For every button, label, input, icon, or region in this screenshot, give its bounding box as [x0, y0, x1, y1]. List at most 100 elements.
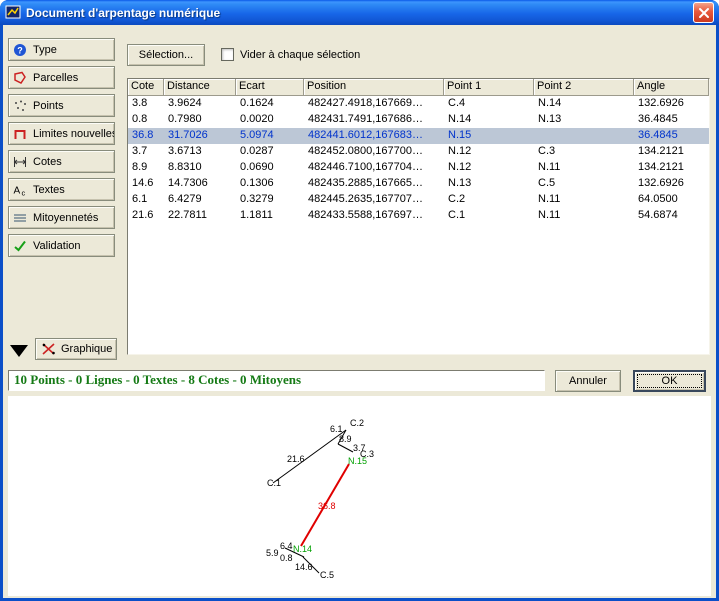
table-row[interactable]: 36.831.70265.0974482441.6012,167683…N.15… [128, 128, 709, 144]
drawing-label: 14.6 [295, 562, 313, 572]
table-cell: C.5 [534, 176, 634, 192]
graphique-button[interactable]: Graphique [35, 338, 117, 360]
column-header-ecart[interactable]: Ecart [236, 79, 304, 96]
sidebar-item-type[interactable]: ? Type [8, 38, 115, 61]
vider-checkbox[interactable] [221, 48, 234, 61]
drawing-label: C.1 [267, 478, 281, 488]
table-row[interactable]: 3.83.96240.1624482427.4918,167669…C.4N.1… [128, 96, 709, 112]
sidebar-item-label: Validation [33, 240, 81, 252]
table-cell: 64.0500 [634, 192, 710, 208]
table-cell: 54.6874 [634, 208, 710, 224]
sidebar-item-label: Textes [33, 184, 65, 196]
drawing-label: C.2 [350, 418, 364, 428]
table-body: 3.83.96240.1624482427.4918,167669…C.4N.1… [128, 96, 709, 224]
table-cell: 482427.4918,167669… [304, 96, 444, 112]
sidebar-item-validation[interactable]: Validation [8, 234, 115, 257]
drawing-label: 0.8 [280, 553, 293, 563]
drawing-line [338, 444, 353, 452]
table-cell: 482445.2635,167707… [304, 192, 444, 208]
selection-button[interactable]: Sélection... [127, 44, 205, 66]
column-header-position[interactable]: Position [304, 79, 444, 96]
table-cell: 132.6926 [634, 96, 710, 112]
sidebar-item-limites[interactable]: Limites nouvelles [8, 122, 115, 145]
vider-checkbox-row[interactable]: Vider à chaque sélection [221, 48, 360, 61]
table-cell: 132.6926 [634, 176, 710, 192]
table-cell: 482446.7100,167704… [304, 160, 444, 176]
limits-icon [13, 127, 28, 141]
sidebar-item-points[interactable]: Points [8, 94, 115, 117]
table-row[interactable]: 14.614.73060.1306482435.2885,167665…N.13… [128, 176, 709, 192]
sidebar-item-label: Cotes [33, 156, 62, 168]
sidebar-item-mitoyennetes[interactable]: Mitoyennetés [8, 206, 115, 229]
table-cell: 36.4845 [634, 128, 710, 144]
table-cell: 3.7 [128, 144, 164, 160]
table-cell: 482435.2885,167665… [304, 176, 444, 192]
table-cell: 5.0974 [236, 128, 304, 144]
table-cell: 36.8 [128, 128, 164, 144]
table-cell: N.11 [534, 192, 634, 208]
sidebar: ? Type Parcelles Points Limites nouvelles Cot… [8, 38, 115, 262]
vider-checkbox-label: Vider à chaque sélection [240, 49, 360, 61]
column-header-angle[interactable]: Angle [634, 79, 709, 96]
table-cell: N.12 [444, 144, 534, 160]
sidebar-item-label: Points [33, 100, 64, 112]
sidebar-item-cotes[interactable]: Cotes [8, 150, 115, 173]
column-header-point-2[interactable]: Point 2 [534, 79, 634, 96]
column-header-cote[interactable]: Cote [128, 79, 164, 96]
drawing-label: 6.1 [330, 424, 343, 434]
table-cell: C.3 [534, 144, 634, 160]
table-cell: C.2 [444, 192, 534, 208]
sidebar-item-label: Mitoyennetés [33, 212, 98, 224]
sidebar-item-textes[interactable]: AcTextes [8, 178, 115, 201]
table-cell: 3.6713 [164, 144, 236, 160]
drawing-label: 36.8 [318, 501, 336, 511]
dialog-window: Document d'arpentage numérique ? Type Parc… [0, 0, 719, 601]
table-header-row: CoteDistanceEcartPositionPoint 1Point 2A… [128, 79, 709, 96]
table-cell: 0.1306 [236, 176, 304, 192]
expand-triangle-button[interactable] [10, 342, 32, 360]
table-cell: 22.7811 [164, 208, 236, 224]
title-bar[interactable]: Document d'arpentage numérique [0, 0, 719, 25]
sidebar-item-label: Limites nouvelles [33, 128, 115, 140]
app-icon [5, 4, 22, 21]
table-cell: 31.7026 [164, 128, 236, 144]
dialog-body: ? Type Parcelles Points Limites nouvelles Cot… [3, 25, 716, 598]
cotes-table[interactable]: CoteDistanceEcartPositionPoint 1Point 2A… [127, 78, 710, 355]
table-cell: 1.1811 [236, 208, 304, 224]
table-row[interactable]: 21.622.78111.1811482433.5588,167697…C.1N… [128, 208, 709, 224]
annuler-button[interactable]: Annuler [555, 370, 621, 392]
svg-text:?: ? [17, 45, 23, 55]
table-row[interactable]: 3.73.67130.0287482452.0800,167700…N.12C.… [128, 144, 709, 160]
table-cell: 8.9 [128, 160, 164, 176]
table-row[interactable]: 8.98.83100.0690482446.7100,167704…N.12N.… [128, 160, 709, 176]
table-cell: 0.7980 [164, 112, 236, 128]
table-cell: 6.4279 [164, 192, 236, 208]
hatch-icon [13, 211, 28, 225]
svg-text:c: c [22, 188, 26, 197]
question-icon: ? [13, 43, 28, 57]
column-header-distance[interactable]: Distance [164, 79, 236, 96]
close-icon [698, 7, 710, 19]
ok-button[interactable]: OK [633, 370, 706, 392]
points-icon [13, 99, 28, 113]
table-cell: N.13 [444, 176, 534, 192]
drawing-canvas[interactable]: C.26.18.93.7C.3N.1521.6C.136.86.4N.145.9… [8, 396, 711, 596]
table-cell: C.1 [444, 208, 534, 224]
sidebar-item-parcelles[interactable]: Parcelles [8, 66, 115, 89]
drawing-label: C.5 [320, 570, 334, 580]
close-button[interactable] [693, 2, 714, 23]
sidebar-item-label: Type [33, 44, 57, 56]
table-row[interactable]: 6.16.42790.3279482445.2635,167707…C.2N.1… [128, 192, 709, 208]
table-cell: 3.9624 [164, 96, 236, 112]
status-summary: 10 Points - 0 Lignes - 0 Textes - 8 Cote… [8, 370, 545, 391]
table-row[interactable]: 0.80.79800.0020482431.7491,167686…N.14N.… [128, 112, 709, 128]
table-cell: 14.7306 [164, 176, 236, 192]
table-cell: 0.1624 [236, 96, 304, 112]
column-header-point-1[interactable]: Point 1 [444, 79, 534, 96]
table-cell: 0.0690 [236, 160, 304, 176]
table-cell: 482431.7491,167686… [304, 112, 444, 128]
table-cell: N.14 [444, 112, 534, 128]
table-cell: 8.8310 [164, 160, 236, 176]
drawing-label: 21.6 [287, 454, 305, 464]
table-cell: 134.2121 [634, 144, 710, 160]
